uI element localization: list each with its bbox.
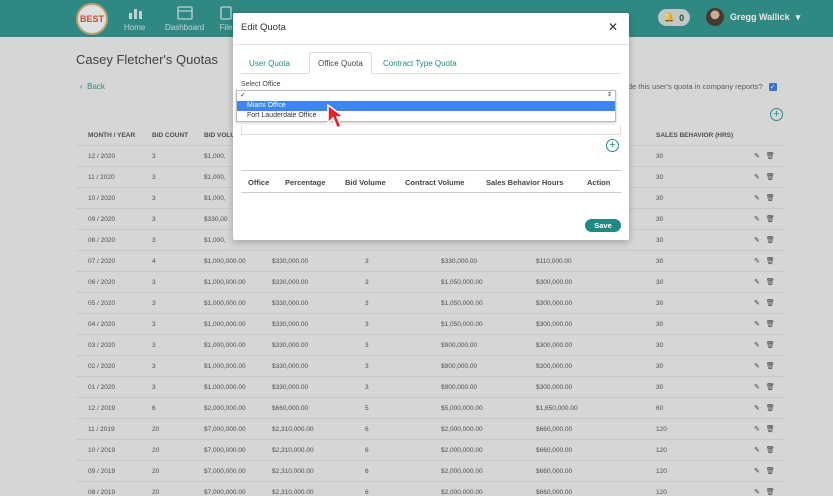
tab-user-quota[interactable]: User Quota — [241, 52, 298, 74]
col-sales-behavior-hours: Sales Behavior Hours — [486, 178, 564, 187]
dropdown-option-fort-lauderdale[interactable]: Fort Lauderdale Office — [237, 111, 615, 121]
quota-tabs: User Quota Office Quota Contract Type Qu… — [241, 52, 621, 74]
office-input-area[interactable] — [241, 125, 621, 135]
modal-divider — [233, 44, 629, 45]
modal-title: Edit Quota — [241, 22, 286, 33]
select-office-label: Select Office — [241, 81, 281, 88]
pointer-cursor-icon — [327, 103, 347, 130]
check-icon: ✓ — [240, 92, 246, 99]
col-office: Office — [248, 178, 270, 187]
col-contract-volume: Contract Volume — [405, 178, 465, 187]
save-button[interactable]: Save — [585, 219, 621, 232]
dropdown-arrow-icon: ⇕ — [606, 92, 612, 98]
dropdown-empty-option[interactable]: ✓ — [237, 91, 615, 101]
col-percentage: Percentage — [285, 178, 326, 187]
dropdown-option-miami[interactable]: Miami Office — [237, 101, 615, 111]
plus-icon: + — [609, 139, 616, 151]
tab-contract-type-quota[interactable]: Contract Type Quota — [375, 52, 465, 74]
edit-quota-modal: Edit Quota ✕ User Quota Office Quota Con… — [233, 13, 629, 240]
add-office-button[interactable]: + — [606, 139, 619, 152]
office-quota-table-header: Office Percentage Bid Volume Contract Vo… — [241, 170, 621, 193]
tab-office-quota[interactable]: Office Quota — [309, 52, 372, 74]
col-bid-volume: Bid Volume — [345, 178, 386, 187]
close-icon[interactable]: ✕ — [608, 20, 618, 34]
col-action: Action — [587, 178, 611, 187]
office-dropdown[interactable]: ✓ ⇕ Miami Office Fort Lauderdale Office — [236, 90, 616, 122]
